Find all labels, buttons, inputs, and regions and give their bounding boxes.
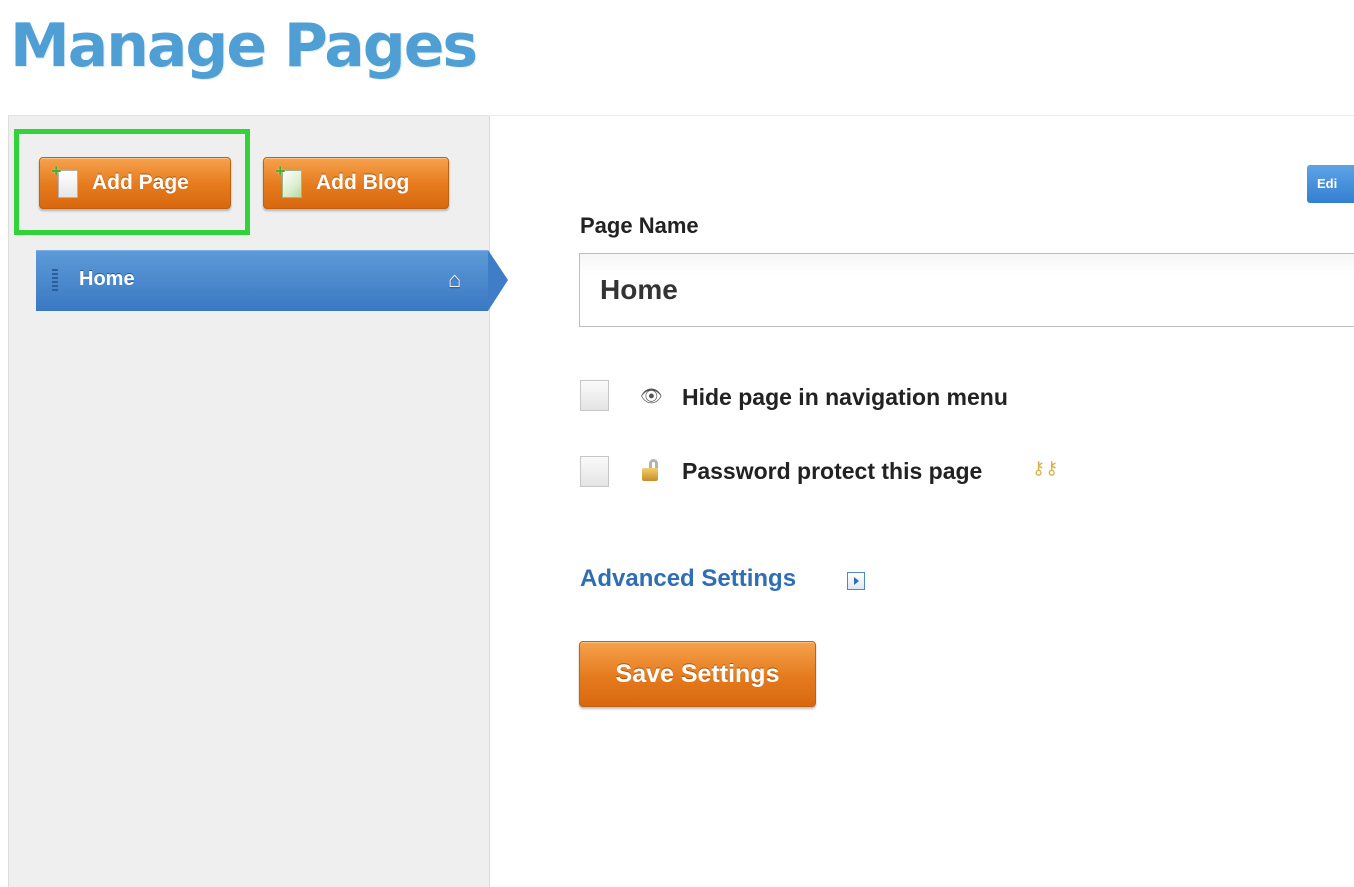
keys-icon: ⚷⚷	[1032, 458, 1059, 478]
hide-page-checkbox[interactable]	[580, 380, 609, 411]
selected-pointer	[488, 250, 508, 311]
password-protect-label: Password protect this page	[682, 458, 983, 484]
new-blog-icon: +	[275, 162, 304, 200]
expand-arrow-icon[interactable]	[847, 572, 865, 590]
drag-handle-icon[interactable]	[52, 269, 58, 293]
hide-page-label: Hide page in navigation menu	[682, 384, 1008, 410]
page-title: Manage Pages	[10, 11, 478, 81]
add-blog-label: Add Blog	[316, 171, 410, 194]
sidebar-item-home[interactable]: Home ⌂	[36, 250, 488, 311]
password-protect-checkbox[interactable]	[580, 456, 609, 487]
edit-button[interactable]: Edi	[1307, 165, 1354, 203]
content-divider	[489, 115, 1354, 116]
add-page-label: Add Page	[92, 171, 189, 194]
save-settings-button[interactable]: Save Settings	[579, 641, 816, 707]
lock-icon	[640, 459, 660, 481]
page-name-label: Page Name	[580, 213, 699, 238]
home-icon: ⌂	[448, 267, 462, 292]
page-name-input[interactable]	[579, 253, 1354, 327]
add-blog-button[interactable]: + Add Blog	[263, 157, 449, 209]
advanced-settings-link[interactable]: Advanced Settings	[580, 565, 796, 593]
eye-icon: 👁	[640, 386, 663, 406]
new-page-icon: +	[51, 162, 80, 200]
add-page-button[interactable]: + Add Page	[39, 157, 231, 209]
sidebar-item-label: Home	[79, 268, 135, 290]
